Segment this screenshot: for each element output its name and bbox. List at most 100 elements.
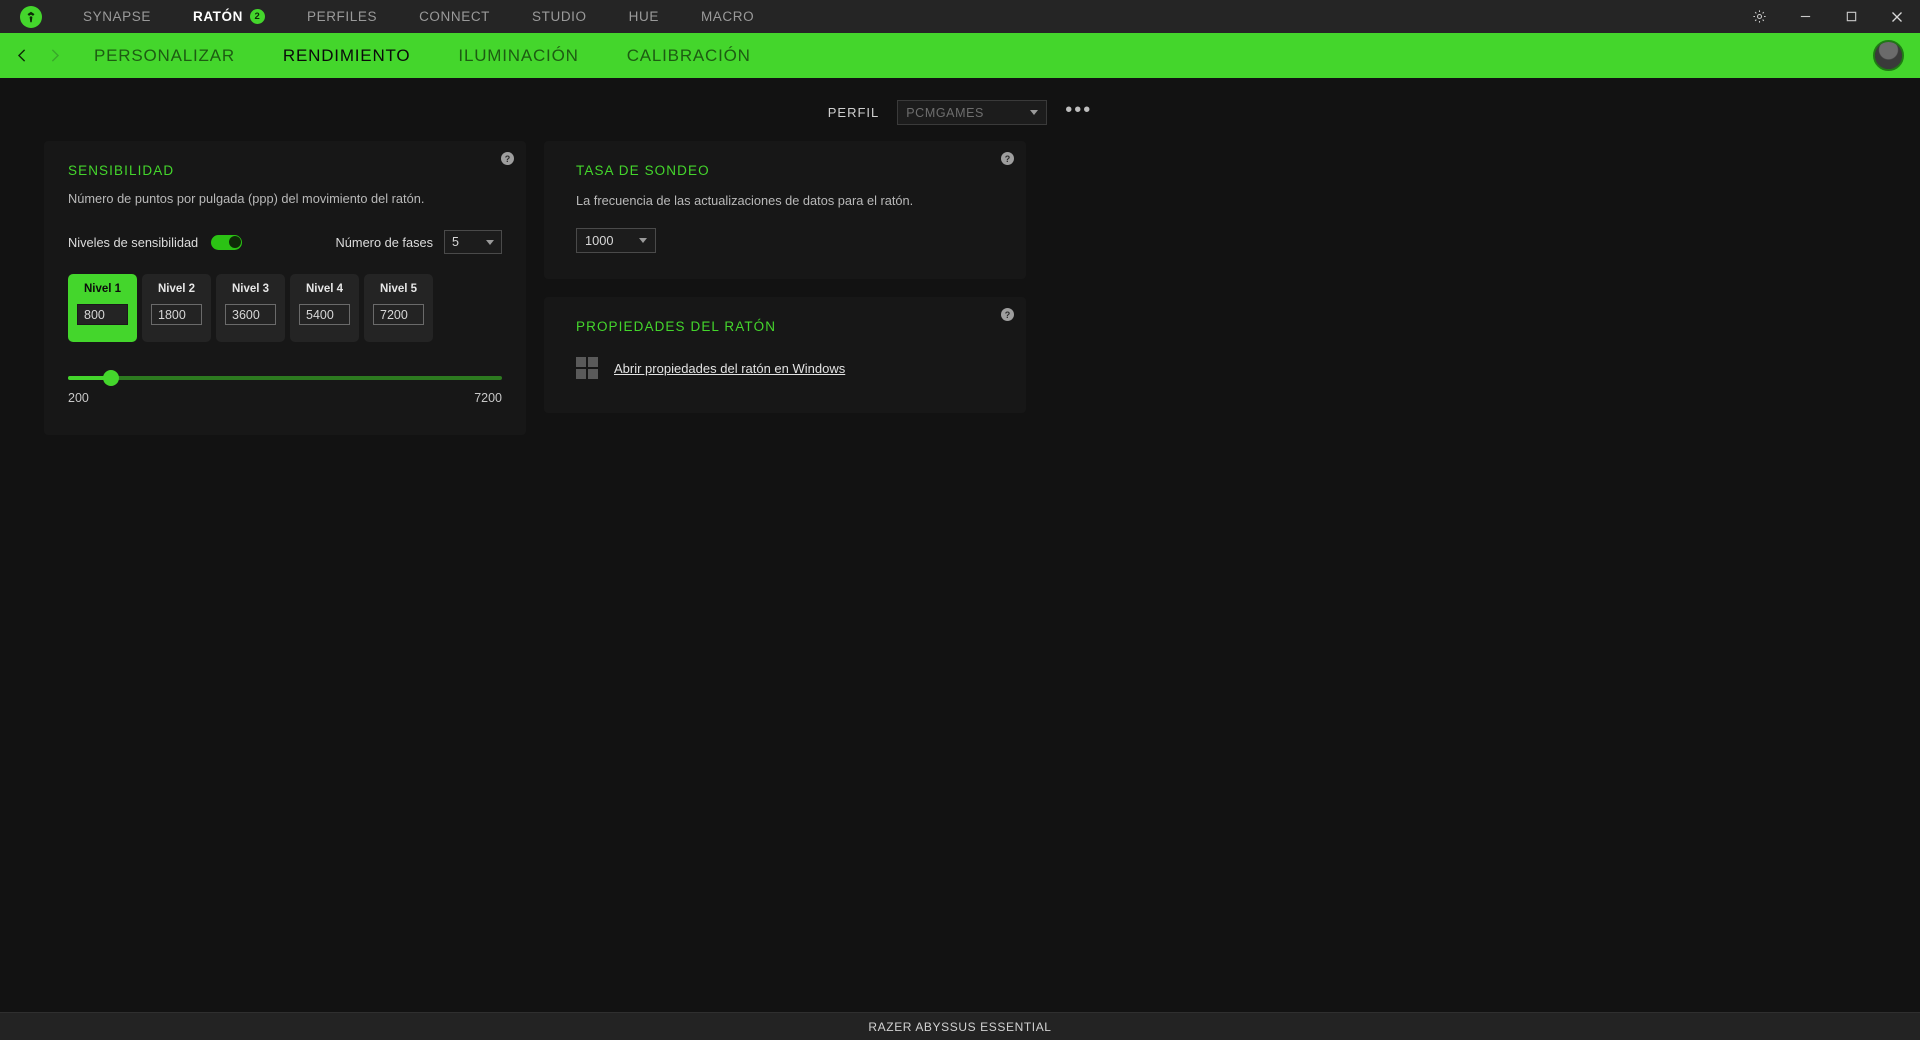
polling-rate-dropdown[interactable]: 1000 <box>576 228 656 253</box>
slider-max-label: 7200 <box>474 391 502 405</box>
chevron-right-icon <box>51 49 59 62</box>
sensitivity-levels-label: Niveles de sensibilidad <box>68 234 199 250</box>
sensitivity-title: SENSIBILIDAD <box>68 163 175 178</box>
mouse-properties-card: ? PROPIEDADES DEL RATÓN Abrir propiedade… <box>544 297 1026 413</box>
left-column: ? SENSIBILIDAD Número de puntos por pulg… <box>44 141 526 435</box>
razer-synapse-window: SYNAPSE RATÓN 2 PERFILES CONNECT STUDIO … <box>0 0 1920 1040</box>
profile-row: PERFIL PCMGAMES ••• <box>0 78 1920 125</box>
level-name: Nivel 1 <box>83 283 122 295</box>
level-name: Nivel 5 <box>379 283 418 295</box>
tab-iluminacion[interactable]: ILUMINACIÓN <box>434 33 602 78</box>
polling-rate-card: ? TASA DE SONDEO La frecuencia de las ac… <box>544 141 1026 279</box>
sensitivity-levels-list: Nivel 1 800 Nivel 2 1800 Nivel 3 3600 Ni… <box>68 274 502 342</box>
nav-item-connect[interactable]: CONNECT <box>398 0 511 33</box>
nav-label: PERFILES <box>306 9 378 24</box>
level-name: Nivel 2 <box>157 283 196 295</box>
maximize-button[interactable] <box>1828 0 1874 33</box>
main-navigation: SYNAPSE RATÓN 2 PERFILES CONNECT STUDIO … <box>62 0 775 33</box>
nav-label: HUE <box>628 9 659 24</box>
nav-item-macro[interactable]: MACRO <box>680 0 775 33</box>
slider-min-label: 200 <box>68 391 89 405</box>
stages-label: Número de fases <box>335 234 433 250</box>
sensitivity-level-4[interactable]: Nivel 4 5400 <box>290 274 359 342</box>
sensitivity-toggle-row: Niveles de sensibilidad Número de fases … <box>68 230 502 254</box>
user-avatar-icon[interactable] <box>1873 40 1904 71</box>
maximize-icon <box>1846 11 1856 22</box>
nav-label: SYNAPSE <box>83 9 151 24</box>
level-name: Nivel 4 <box>305 283 344 295</box>
sensitivity-card: ? SENSIBILIDAD Número de puntos por pulg… <box>44 141 526 435</box>
status-bar: RAZER ABYSSUS ESSENTIAL <box>0 1012 1920 1040</box>
help-icon[interactable]: ? <box>1001 152 1014 165</box>
open-mouse-properties-link[interactable]: Abrir propiedades del ratón en Windows <box>614 361 845 376</box>
level-value-input[interactable]: 1800 <box>151 304 202 325</box>
window-controls <box>1736 0 1920 33</box>
slider-thumb[interactable] <box>103 370 120 386</box>
help-icon[interactable]: ? <box>501 152 514 165</box>
chevron-left-icon <box>17 49 25 62</box>
tab-label: RENDIMIENTO <box>282 46 411 65</box>
tab-calibracion[interactable]: CALIBRACIÓN <box>603 33 775 78</box>
level-name: Nivel 3 <box>231 283 270 295</box>
sensitivity-levels-toggle[interactable] <box>211 234 243 250</box>
polling-rate-title: TASA DE SONDEO <box>576 163 710 178</box>
level-value-input[interactable]: 7200 <box>373 304 424 325</box>
right-column: ? TASA DE SONDEO La frecuencia de las ac… <box>544 141 1026 413</box>
tab-rendimiento[interactable]: RENDIMIENTO <box>259 33 435 78</box>
sensitivity-level-2[interactable]: Nivel 2 1800 <box>142 274 211 342</box>
windows-properties-row: Abrir propiedades del ratón en Windows <box>576 357 1002 379</box>
stages-value: 5 <box>452 235 459 249</box>
sensitivity-slider[interactable] <box>68 370 502 386</box>
chevron-down-icon <box>639 238 647 243</box>
sensitivity-description: Número de puntos por pulgada (ppp) del m… <box>68 191 425 206</box>
nav-item-perfiles[interactable]: PERFILES <box>286 0 398 33</box>
sensitivity-level-3[interactable]: Nivel 3 3600 <box>216 274 285 342</box>
sensitivity-level-1[interactable]: Nivel 1 800 <box>68 274 137 342</box>
stages-group: Número de fases 5 <box>336 230 502 254</box>
sub-navigation-bar: PERSONALIZAR RENDIMIENTO ILUMINACIÓN CAL… <box>0 33 1920 78</box>
device-name: RAZER ABYSSUS ESSENTIAL <box>868 1019 1052 1034</box>
gear-icon[interactable] <box>1736 9 1782 24</box>
level-value-input[interactable]: 5400 <box>299 304 350 325</box>
slider-range-labels: 200 7200 <box>68 391 502 405</box>
nav-item-synapse[interactable]: SYNAPSE <box>62 0 172 33</box>
windows-logo-icon <box>576 357 598 379</box>
razer-logo-icon <box>20 5 42 28</box>
nav-label: MACRO <box>700 9 755 24</box>
level-value-input[interactable]: 800 <box>77 304 128 325</box>
close-button[interactable] <box>1874 0 1920 33</box>
nav-label: RATÓN <box>192 9 243 24</box>
help-icon[interactable]: ? <box>1001 308 1014 321</box>
polling-rate-value: 1000 <box>585 233 614 248</box>
razer-snake-icon <box>27 11 35 22</box>
minimize-icon <box>1800 15 1810 18</box>
minimize-button[interactable] <box>1782 0 1828 33</box>
profile-more-button[interactable]: ••• <box>1065 100 1092 121</box>
close-icon <box>1892 11 1902 22</box>
razer-logo[interactable] <box>0 5 62 28</box>
nav-label: CONNECT <box>419 9 491 24</box>
mouse-properties-title: PROPIEDADES DEL RATÓN <box>576 319 777 334</box>
forward-button[interactable] <box>38 33 70 78</box>
nav-item-raton[interactable]: RATÓN 2 <box>172 0 286 33</box>
stages-dropdown[interactable]: 5 <box>444 230 502 254</box>
chevron-down-icon <box>1030 110 1039 115</box>
tab-personalizar[interactable]: PERSONALIZAR <box>70 33 259 78</box>
sensitivity-level-5[interactable]: Nivel 5 7200 <box>364 274 433 342</box>
polling-rate-description: La frecuencia de las actualizaciones de … <box>576 193 914 208</box>
nav-item-hue[interactable]: HUE <box>608 0 680 33</box>
level-value-input[interactable]: 3600 <box>225 304 276 325</box>
profile-label: PERFIL <box>827 105 880 120</box>
tab-label: ILUMINACIÓN <box>458 46 579 65</box>
chevron-down-icon <box>486 239 494 245</box>
nav-item-studio[interactable]: STUDIO <box>511 0 608 33</box>
nav-badge-count: 2 <box>249 9 265 24</box>
content-area: PERFIL PCMGAMES ••• ? SENSIBILIDAD Númer… <box>0 78 1920 1012</box>
tab-label: PERSONALIZAR <box>94 46 235 65</box>
back-button[interactable] <box>6 33 38 78</box>
profile-selected-value: PCMGAMES <box>906 105 984 120</box>
panels-container: ? SENSIBILIDAD Número de puntos por pulg… <box>0 141 1920 435</box>
toggle-knob <box>228 236 241 248</box>
profile-dropdown[interactable]: PCMGAMES <box>897 100 1048 125</box>
tab-label: CALIBRACIÓN <box>626 46 751 65</box>
